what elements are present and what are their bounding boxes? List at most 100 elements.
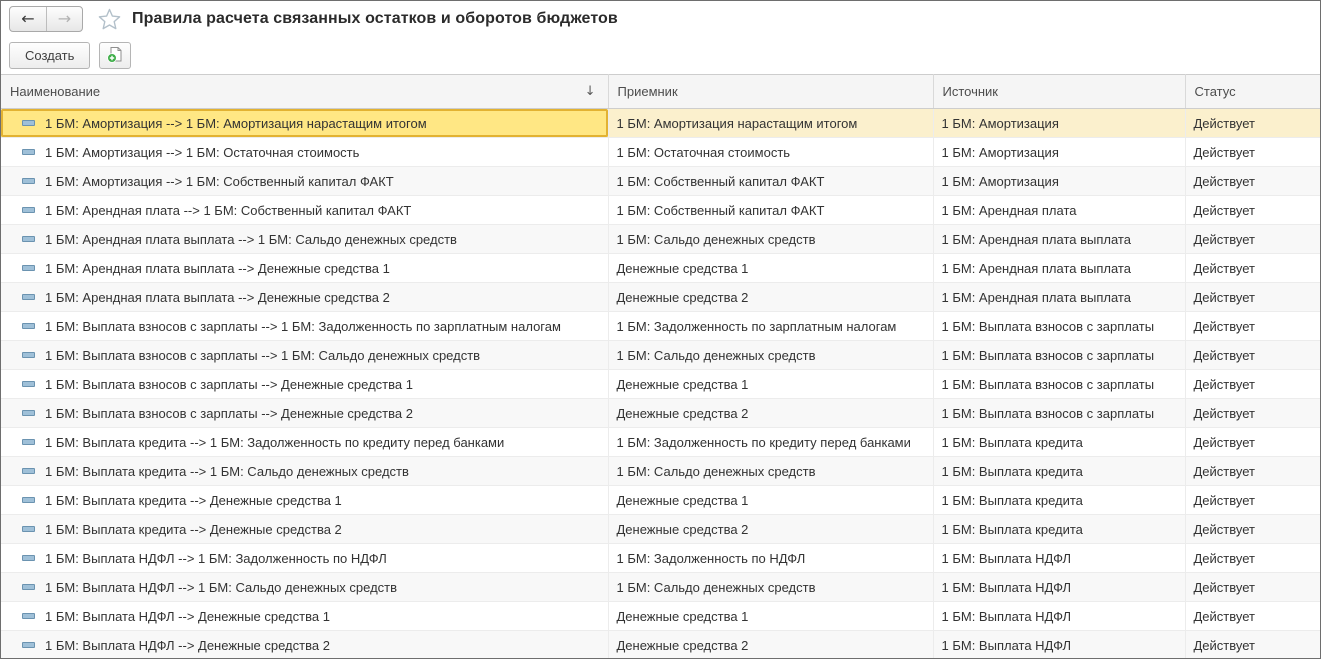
name-cell[interactable]: 1 БМ: Выплата взносов с зарплаты --> 1 Б… <box>1 341 608 370</box>
table-row[interactable]: 1 БМ: Выплата кредита --> 1 БМ: Задолжен… <box>1 428 1320 457</box>
source-cell[interactable]: 1 БМ: Выплата взносов с зарплаты <box>933 399 1185 428</box>
status-cell[interactable]: Действует <box>1185 399 1320 428</box>
name-cell[interactable]: 1 БМ: Амортизация --> 1 БМ: Остаточная с… <box>1 138 608 167</box>
status-cell[interactable]: Действует <box>1185 225 1320 254</box>
receiver-cell[interactable]: Денежные средства 2 <box>608 399 933 428</box>
status-cell[interactable]: Действует <box>1185 486 1320 515</box>
table-row[interactable]: 1 БМ: Амортизация --> 1 БМ: Остаточная с… <box>1 138 1320 167</box>
receiver-cell[interactable]: 1 БМ: Собственный капитал ФАКТ <box>608 196 933 225</box>
receiver-cell[interactable]: 1 БМ: Сальдо денежных средств <box>608 341 933 370</box>
receiver-cell[interactable]: Денежные средства 2 <box>608 631 933 659</box>
name-cell[interactable]: 1 БМ: Арендная плата --> 1 БМ: Собственн… <box>1 196 608 225</box>
source-cell[interactable]: 1 БМ: Амортизация <box>933 109 1185 138</box>
table-row[interactable]: 1 БМ: Выплата НДФЛ --> Денежные средства… <box>1 602 1320 631</box>
receiver-cell[interactable]: 1 БМ: Остаточная стоимость <box>608 138 933 167</box>
table-row[interactable]: 1 БМ: Выплата взносов с зарплаты --> 1 Б… <box>1 312 1320 341</box>
receiver-cell[interactable]: Денежные средства 1 <box>608 602 933 631</box>
receiver-cell[interactable]: 1 БМ: Амортизация нарастащим итогом <box>608 109 933 138</box>
name-cell[interactable]: 1 БМ: Выплата НДФЛ --> 1 БМ: Сальдо дене… <box>1 573 608 602</box>
receiver-cell[interactable]: 1 БМ: Задолженность по НДФЛ <box>608 544 933 573</box>
status-cell[interactable]: Действует <box>1185 457 1320 486</box>
source-cell[interactable]: 1 БМ: Арендная плата выплата <box>933 254 1185 283</box>
status-cell[interactable]: Действует <box>1185 370 1320 399</box>
receiver-cell[interactable]: 1 БМ: Собственный капитал ФАКТ <box>608 167 933 196</box>
name-cell[interactable]: 1 БМ: Выплата кредита --> Денежные средс… <box>1 486 608 515</box>
name-cell[interactable]: 1 БМ: Выплата НДФЛ --> Денежные средства… <box>1 602 608 631</box>
name-cell[interactable]: 1 БМ: Выплата кредита --> 1 БМ: Сальдо д… <box>1 457 608 486</box>
table-row[interactable]: 1 БМ: Выплата НДФЛ --> 1 БМ: Задолженнос… <box>1 544 1320 573</box>
name-cell[interactable]: 1 БМ: Выплата взносов с зарплаты --> Ден… <box>1 399 608 428</box>
status-cell[interactable]: Действует <box>1185 515 1320 544</box>
status-cell[interactable]: Действует <box>1185 602 1320 631</box>
source-cell[interactable]: 1 БМ: Выплата кредита <box>933 428 1185 457</box>
name-cell[interactable]: 1 БМ: Выплата кредита --> Денежные средс… <box>1 515 608 544</box>
column-header-status[interactable]: Статус <box>1185 75 1320 109</box>
column-header-name[interactable]: Наименование ↓ <box>1 75 608 109</box>
table-row[interactable]: 1 БМ: Выплата кредита --> Денежные средс… <box>1 515 1320 544</box>
table-row[interactable]: 1 БМ: Выплата НДФЛ --> 1 БМ: Сальдо дене… <box>1 573 1320 602</box>
back-button[interactable]: ← <box>10 7 46 31</box>
source-cell[interactable]: 1 БМ: Арендная плата выплата <box>933 225 1185 254</box>
forward-button[interactable]: → <box>46 7 82 31</box>
receiver-cell[interactable]: 1 БМ: Сальдо денежных средств <box>608 225 933 254</box>
create-button[interactable]: Создать <box>9 42 90 69</box>
receiver-cell[interactable]: Денежные средства 1 <box>608 486 933 515</box>
favorites-star-icon[interactable] <box>98 8 121 30</box>
column-header-source[interactable]: Источник <box>933 75 1185 109</box>
source-cell[interactable]: 1 БМ: Выплата кредита <box>933 486 1185 515</box>
receiver-cell[interactable]: 1 БМ: Задолженность по зарплатным налога… <box>608 312 933 341</box>
table-row[interactable]: 1 БМ: Выплата взносов с зарплаты --> Ден… <box>1 399 1320 428</box>
table-row[interactable]: 1 БМ: Арендная плата выплата --> Денежны… <box>1 283 1320 312</box>
status-cell[interactable]: Действует <box>1185 167 1320 196</box>
receiver-cell[interactable]: Денежные средства 1 <box>608 254 933 283</box>
receiver-cell[interactable]: 1 БМ: Задолженность по кредиту перед бан… <box>608 428 933 457</box>
name-cell[interactable]: 1 БМ: Арендная плата выплата --> Денежны… <box>1 254 608 283</box>
receiver-cell[interactable]: Денежные средства 2 <box>608 283 933 312</box>
name-cell[interactable]: 1 БМ: Амортизация --> 1 БМ: Собственный … <box>1 167 608 196</box>
table-row[interactable]: 1 БМ: Арендная плата --> 1 БМ: Собственн… <box>1 196 1320 225</box>
source-cell[interactable]: 1 БМ: Выплата взносов с зарплаты <box>933 312 1185 341</box>
name-cell[interactable]: 1 БМ: Арендная плата выплата --> Денежны… <box>1 283 608 312</box>
source-cell[interactable]: 1 БМ: Выплата кредита <box>933 457 1185 486</box>
source-cell[interactable]: 1 БМ: Выплата НДФЛ <box>933 631 1185 659</box>
status-cell[interactable]: Действует <box>1185 544 1320 573</box>
source-cell[interactable]: 1 БМ: Амортизация <box>933 138 1185 167</box>
name-cell[interactable]: 1 БМ: Выплата НДФЛ --> 1 БМ: Задолженнос… <box>1 544 608 573</box>
receiver-cell[interactable]: Денежные средства 1 <box>608 370 933 399</box>
status-cell[interactable]: Действует <box>1185 283 1320 312</box>
source-cell[interactable]: 1 БМ: Выплата взносов с зарплаты <box>933 370 1185 399</box>
create-new-item-button[interactable] <box>99 42 131 69</box>
status-cell[interactable]: Действует <box>1185 138 1320 167</box>
source-cell[interactable]: 1 БМ: Выплата кредита <box>933 515 1185 544</box>
status-cell[interactable]: Действует <box>1185 631 1320 659</box>
source-cell[interactable]: 1 БМ: Выплата взносов с зарплаты <box>933 341 1185 370</box>
table-row[interactable]: 1 БМ: Амортизация --> 1 БМ: Собственный … <box>1 167 1320 196</box>
status-cell[interactable]: Действует <box>1185 341 1320 370</box>
table-row[interactable]: 1 БМ: Арендная плата выплата --> 1 БМ: С… <box>1 225 1320 254</box>
source-cell[interactable]: 1 БМ: Выплата НДФЛ <box>933 602 1185 631</box>
table-row[interactable]: 1 БМ: Выплата кредита --> 1 БМ: Сальдо д… <box>1 457 1320 486</box>
source-cell[interactable]: 1 БМ: Амортизация <box>933 167 1185 196</box>
status-cell[interactable]: Действует <box>1185 196 1320 225</box>
status-cell[interactable]: Действует <box>1185 109 1320 138</box>
source-cell[interactable]: 1 БМ: Выплата НДФЛ <box>933 544 1185 573</box>
receiver-cell[interactable]: Денежные средства 2 <box>608 515 933 544</box>
source-cell[interactable]: 1 БМ: Арендная плата <box>933 196 1185 225</box>
receiver-cell[interactable]: 1 БМ: Сальдо денежных средств <box>608 457 933 486</box>
source-cell[interactable]: 1 БМ: Арендная плата выплата <box>933 283 1185 312</box>
table-row[interactable]: 1 БМ: Выплата взносов с зарплаты --> 1 Б… <box>1 341 1320 370</box>
status-cell[interactable]: Действует <box>1185 254 1320 283</box>
receiver-cell[interactable]: 1 БМ: Сальдо денежных средств <box>608 573 933 602</box>
name-cell[interactable]: 1 БМ: Выплата кредита --> 1 БМ: Задолжен… <box>1 428 608 457</box>
source-cell[interactable]: 1 БМ: Выплата НДФЛ <box>933 573 1185 602</box>
table-row[interactable]: 1 БМ: Амортизация --> 1 БМ: Амортизация … <box>1 109 1320 138</box>
status-cell[interactable]: Действует <box>1185 312 1320 341</box>
name-cell[interactable]: 1 БМ: Арендная плата выплата --> 1 БМ: С… <box>1 225 608 254</box>
name-cell[interactable]: 1 БМ: Амортизация --> 1 БМ: Амортизация … <box>1 109 608 138</box>
status-cell[interactable]: Действует <box>1185 428 1320 457</box>
name-cell[interactable]: 1 БМ: Выплата НДФЛ --> Денежные средства… <box>1 631 608 659</box>
name-cell[interactable]: 1 БМ: Выплата взносов с зарплаты --> 1 Б… <box>1 312 608 341</box>
status-cell[interactable]: Действует <box>1185 573 1320 602</box>
table-row[interactable]: 1 БМ: Выплата взносов с зарплаты --> Ден… <box>1 370 1320 399</box>
table-row[interactable]: 1 БМ: Арендная плата выплата --> Денежны… <box>1 254 1320 283</box>
